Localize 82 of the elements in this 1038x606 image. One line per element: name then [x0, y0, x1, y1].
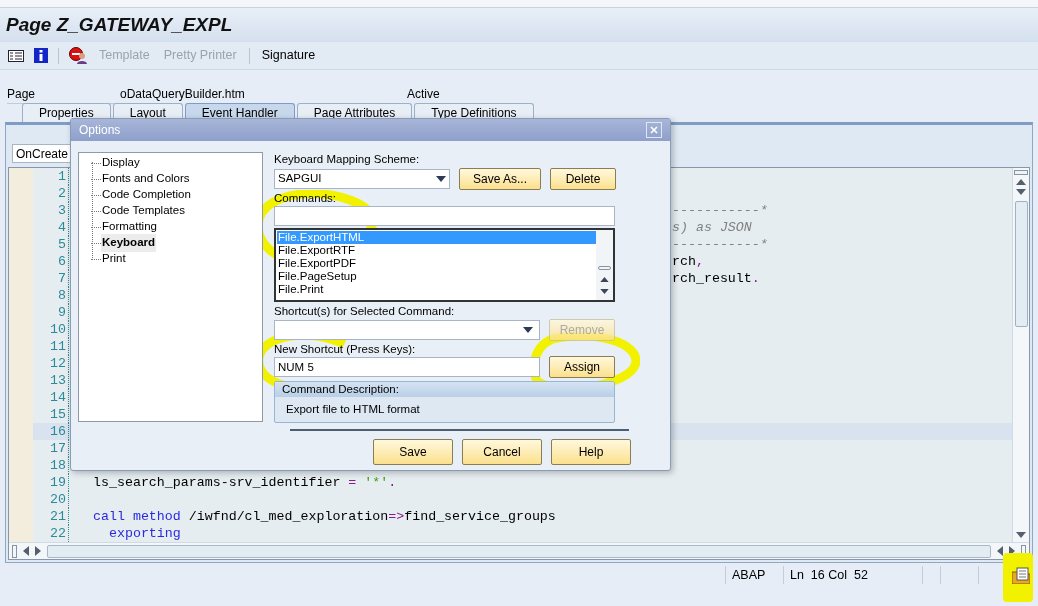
tree-item[interactable]: Formatting — [101, 218, 158, 236]
line-number: 9 — [57, 303, 66, 322]
tree-item[interactable]: Code Completion — [101, 186, 192, 204]
splitter-handle[interactable] — [1014, 170, 1028, 175]
code-line: -----------* — [672, 235, 768, 254]
code-line: rch_result. — [672, 269, 760, 288]
dialog-button[interactable]: Save — [373, 439, 453, 465]
scheme-label: Keyboard Mapping Scheme: — [274, 152, 420, 167]
line-number: 20 — [49, 490, 66, 509]
scroll-up-icon[interactable] — [1016, 179, 1026, 185]
line-number: 3 — [57, 201, 66, 220]
line-number: 15 — [49, 405, 66, 424]
line-number: 17 — [49, 439, 66, 458]
code-line: call method /iwfnd/cl_med_exploration=>find_service_groups — [93, 507, 556, 526]
command-item[interactable]: File.Print — [277, 283, 596, 296]
command-item[interactable]: File.ExportRTF — [277, 244, 596, 257]
line-number: 4 — [57, 218, 66, 237]
tree-item[interactable]: Code Templates — [101, 202, 186, 220]
scheme-select[interactable]: SAPGUI — [274, 168, 450, 189]
line-number: 22 — [49, 524, 66, 543]
line-number: 11 — [49, 337, 66, 356]
line-number: 10 — [49, 320, 66, 339]
save-as-button[interactable]: Save As... — [459, 167, 541, 190]
page-title: Page Z_GATEWAY_EXPL — [6, 12, 233, 37]
line-number: 16 — [49, 422, 66, 441]
tree-item[interactable]: Fonts and Colors — [101, 170, 191, 188]
line-number: 5 — [57, 235, 66, 254]
tree-item[interactable]: Display — [101, 154, 141, 172]
scroll-right-icon[interactable] — [35, 546, 41, 556]
code-line: exporting — [107, 524, 181, 543]
info-icon[interactable] — [34, 48, 48, 63]
cursor-position: Ln 16 Col 52 — [790, 568, 868, 582]
page-status: Active — [407, 86, 440, 103]
tree-item[interactable]: Keyboard — [101, 234, 157, 252]
new-shortcut-label: New Shortcut (Press Keys): — [274, 342, 416, 356]
dialog-title: Options — [79, 122, 121, 139]
line-number: 18 — [49, 456, 66, 475]
tab[interactable]: Properties — [22, 103, 111, 122]
line-number: 7 — [57, 269, 66, 288]
horizontal-scrollbar[interactable] — [9, 542, 1029, 559]
vertical-scrollbar[interactable] — [1012, 168, 1029, 542]
scroll-down-icon[interactable] — [1016, 189, 1026, 195]
scroll-up-icon[interactable] — [600, 277, 609, 282]
code-line: ls_search_params-srv_identifier = '*'. — [93, 473, 397, 492]
command-description: Export file to HTML format — [285, 402, 420, 417]
document-folder-icon[interactable] — [1012, 566, 1030, 584]
code-line: s) as JSON — [672, 218, 752, 237]
line-number: 12 — [49, 354, 66, 373]
assign-button[interactable]: Assign — [549, 356, 615, 378]
command-item[interactable]: File.ExportPDF — [277, 257, 596, 270]
scroll-left-icon[interactable] — [997, 546, 1003, 556]
description-heading: Command Description: — [275, 382, 614, 397]
delete-button[interactable]: Delete — [550, 167, 616, 190]
line-number: 21 — [49, 507, 66, 526]
code-line: rch, — [672, 252, 704, 271]
new-shortcut-field[interactable]: NUM 5 — [274, 357, 540, 377]
toolbar-button[interactable]: Signature — [259, 46, 318, 65]
scroll-down-icon[interactable] — [1016, 532, 1026, 538]
line-number: 8 — [57, 286, 66, 305]
tree-item[interactable]: Print — [101, 250, 127, 268]
command-item[interactable]: File.PageSetup — [277, 270, 596, 283]
language-indicator: ABAP — [732, 568, 766, 582]
code-line: -----------* — [672, 201, 768, 220]
shortcuts-label: Shortcut(s) for Selected Command: — [274, 304, 455, 319]
scroll-right-icon[interactable] — [1009, 546, 1015, 556]
scroll-left-icon[interactable] — [23, 546, 29, 556]
scroll-down-icon[interactable] — [600, 289, 609, 294]
dialog-button[interactable]: Cancel — [462, 439, 542, 465]
line-number: 6 — [57, 252, 66, 271]
line-number: 14 — [49, 388, 66, 407]
stop-person-icon[interactable] — [69, 47, 87, 64]
dropdown-arrow-icon[interactable] — [523, 327, 533, 333]
dialog-button[interactable]: Help — [551, 439, 631, 465]
line-number: 2 — [57, 184, 66, 203]
list-icon[interactable] — [8, 49, 24, 62]
page-name: oDataQueryBuilder.htm — [120, 86, 246, 103]
line-number: 1 — [57, 167, 66, 186]
line-number: 19 — [49, 473, 66, 492]
command-list[interactable]: File.ExportHTML File.ExportRTF File.ExportPDF File.PageSetup File.Print — [274, 228, 615, 302]
line-number: 13 — [49, 371, 66, 390]
command-filter-field[interactable] — [274, 206, 615, 226]
dropdown-arrow-icon[interactable] — [436, 175, 446, 182]
